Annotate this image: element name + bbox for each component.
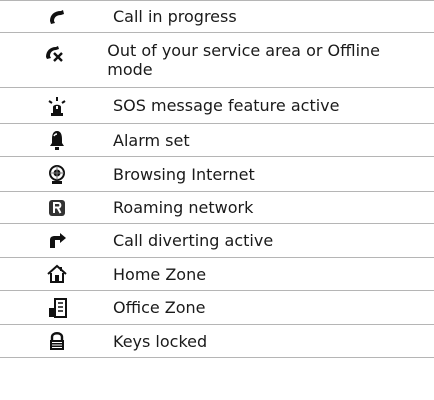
sos-message-icon <box>0 95 113 117</box>
table-row: Home Zone <box>0 258 434 291</box>
call-divert-icon <box>0 230 113 252</box>
status-description: Call in progress <box>113 7 237 26</box>
call-in-progress-icon <box>0 6 113 28</box>
table-row: SOS message feature active <box>0 88 434 124</box>
status-description: Browsing Internet <box>113 164 255 184</box>
table-row: Keys locked <box>0 325 434 358</box>
table-row: Office Zone <box>0 291 434 325</box>
status-description: Office Zone <box>113 298 206 317</box>
status-description: Alarm set <box>113 130 190 150</box>
status-description: Out of your service area or Offline mode <box>107 41 381 79</box>
status-description: Call diverting active <box>113 231 274 250</box>
roaming-r-icon <box>0 197 113 219</box>
status-description: SOS message feature active <box>113 96 340 115</box>
alarm-bell-icon <box>0 129 113 151</box>
table-row: Browsing Internet <box>0 157 434 192</box>
out-of-service-icon <box>0 33 107 64</box>
status-description: Home Zone <box>113 264 207 284</box>
keys-locked-icon <box>0 330 113 352</box>
table-row: Alarm set <box>0 124 434 157</box>
browsing-globe-icon <box>0 163 113 185</box>
status-description: Keys locked <box>113 331 208 351</box>
home-zone-icon <box>0 263 113 285</box>
table-row: Call in progress <box>0 0 434 33</box>
table-row: Roaming network <box>0 192 434 224</box>
table-row: Call diverting active <box>0 224 434 258</box>
status-description: Roaming network <box>113 198 254 217</box>
table-row: Out of your service area or Offline mode <box>0 33 434 88</box>
status-icon-table: Call in progress Out of your service are… <box>0 0 434 358</box>
office-zone-icon <box>0 297 113 319</box>
